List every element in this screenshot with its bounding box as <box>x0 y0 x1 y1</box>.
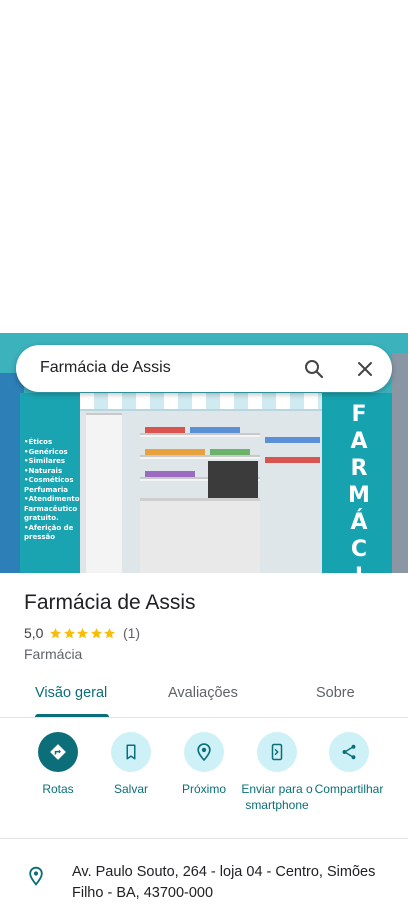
nearby-button[interactable]: Próximo <box>164 732 244 797</box>
rating-stars <box>49 627 117 640</box>
star-icon <box>104 627 116 638</box>
directions-label: Rotas <box>42 782 74 796</box>
place-tabs: Visão geral Avaliações Sobre <box>0 672 408 718</box>
photo-products <box>210 449 250 455</box>
directions-icon <box>50 744 66 760</box>
send-to-phone-label: Enviar para o smartphone <box>241 782 313 812</box>
photo-products <box>145 471 195 477</box>
nearby-label: Próximo <box>181 782 226 796</box>
photo-right-edge <box>392 353 408 573</box>
map-blank-area <box>0 0 408 333</box>
search-query[interactable]: Farmácia de Assis <box>40 359 171 377</box>
send-to-phone-button[interactable]: Enviar para o smartphone <box>237 732 317 813</box>
star-icon <box>91 627 102 638</box>
rating-value: 5,0 <box>24 625 44 641</box>
location-pin-icon <box>29 866 43 886</box>
share-icon <box>342 744 356 760</box>
search-icon[interactable] <box>302 357 326 381</box>
services-list: •Éticos •Genéricos •Similares •Naturais … <box>24 438 80 541</box>
tab-about[interactable]: Sobre <box>316 685 355 701</box>
action-buttons: Rotas Salvar Próximo Enviar para o smart… <box>0 732 408 838</box>
tab-reviews[interactable]: Avaliações <box>168 685 238 701</box>
place-title: Farmácia de Assis <box>24 591 196 614</box>
close-icon[interactable] <box>353 357 377 381</box>
storefront-sign: F A R M Á C I <box>348 402 370 573</box>
star-icon <box>64 627 75 638</box>
photo-back-door <box>208 461 258 501</box>
star-icon <box>50 627 62 638</box>
share-button[interactable]: Compartilhar <box>309 732 389 797</box>
share-label: Compartilhar <box>314 782 384 796</box>
active-tab-indicator <box>35 714 109 717</box>
rating-row[interactable]: 5,0 (1) <box>24 625 140 641</box>
photo-products <box>190 427 240 433</box>
photo-counter <box>140 498 260 573</box>
save-button[interactable]: Salvar <box>91 732 171 797</box>
place-category: Farmácia <box>24 646 83 662</box>
send-to-phone-icon <box>271 743 283 761</box>
search-bar[interactable]: Farmácia de Assis <box>16 345 392 392</box>
tab-overview[interactable]: Visão geral <box>35 685 107 701</box>
save-label: Salvar <box>113 782 148 796</box>
bookmark-icon <box>126 744 136 760</box>
photo-shelf <box>86 413 122 573</box>
photo-products <box>145 427 185 433</box>
photo-products <box>265 457 320 463</box>
photo-products <box>145 449 205 455</box>
section-divider <box>0 838 408 839</box>
directions-button[interactable]: Rotas <box>18 732 98 797</box>
photo-products <box>265 437 320 443</box>
star-icon <box>77 627 89 638</box>
photo-services-panel: •Éticos •Genéricos •Similares •Naturais … <box>20 393 80 573</box>
photo-awning <box>80 393 326 411</box>
place-address[interactable]: Av. Paulo Souto, 264 - loja 04 - Centro,… <box>72 862 392 904</box>
review-count[interactable]: (1) <box>123 625 140 641</box>
nearby-icon <box>197 743 211 762</box>
photo-shelf <box>140 455 260 459</box>
photo-shelf <box>140 433 260 437</box>
